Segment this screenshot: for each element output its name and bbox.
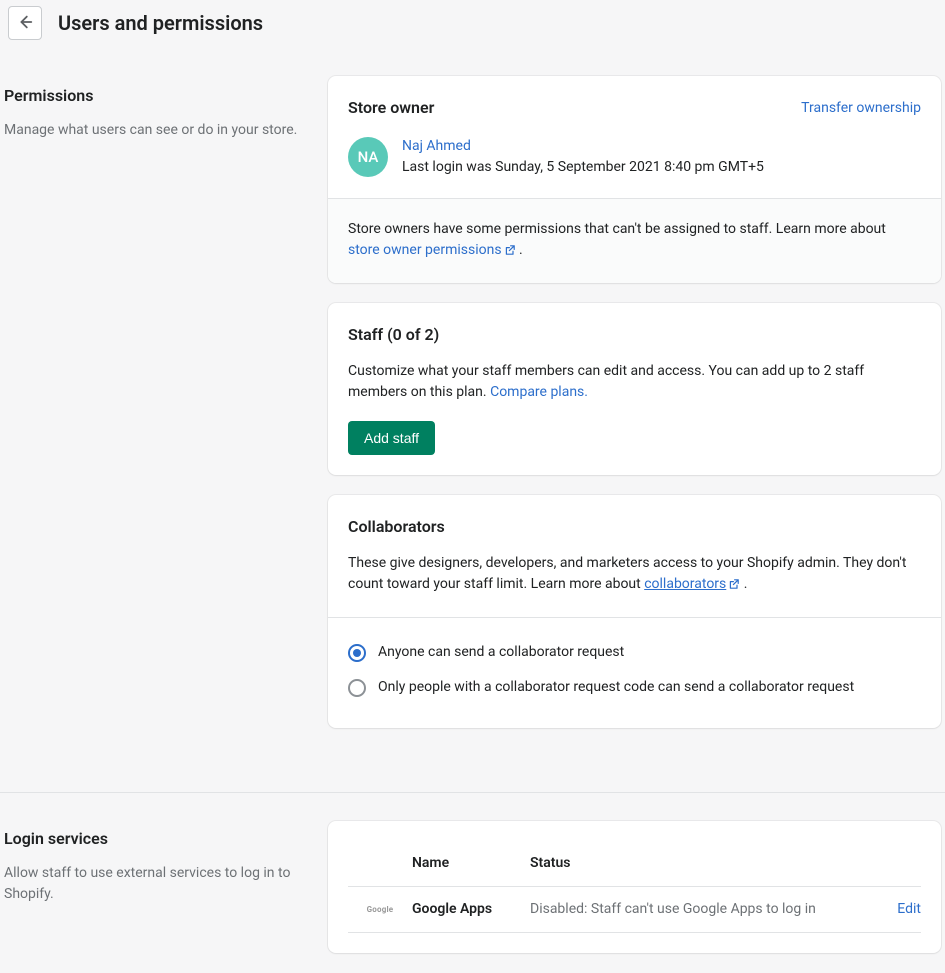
store-owner-card: Store owner Transfer ownership NA Naj Ah… <box>328 76 941 283</box>
login-services-table: Name Status Google Google Apps Disabled:… <box>348 841 921 933</box>
collab-radio-code-only[interactable]: Only people with a collaborator request … <box>348 673 921 708</box>
back-button[interactable] <box>8 6 42 40</box>
store-owner-permissions-link[interactable]: store owner permissions <box>348 242 516 258</box>
login-services-heading: Login services <box>4 827 304 851</box>
external-link-icon <box>728 576 740 597</box>
staff-description: Customize what your staff members can ed… <box>348 361 921 403</box>
col-name-header: Name <box>412 853 530 874</box>
compare-plans-link[interactable]: Compare plans. <box>490 384 588 400</box>
service-name: Google Apps <box>412 899 530 920</box>
permissions-description: Manage what users can see or do in your … <box>4 120 304 141</box>
permissions-heading: Permissions <box>4 84 304 108</box>
col-status-header: Status <box>530 853 865 874</box>
collaborators-card: Collaborators These give designers, deve… <box>328 495 941 728</box>
store-owner-footer: Store owners have some permissions that … <box>328 198 941 283</box>
radio-label: Only people with a collaborator request … <box>378 677 854 698</box>
staff-card: Staff (0 of 2) Customize what your staff… <box>328 303 941 475</box>
radio-label: Anyone can send a collaborator request <box>378 642 624 663</box>
radio-icon <box>348 644 366 662</box>
store-owner-footer-text: Store owners have some permissions that … <box>348 221 886 237</box>
external-link-icon <box>504 242 516 263</box>
collaborators-description: These give designers, developers, and ma… <box>348 553 921 597</box>
transfer-ownership-link[interactable]: Transfer ownership <box>801 98 921 119</box>
collaborators-title: Collaborators <box>348 515 921 539</box>
edit-service-link[interactable]: Edit <box>897 901 921 917</box>
staff-title: Staff (0 of 2) <box>348 323 921 347</box>
avatar: NA <box>348 137 388 177</box>
add-staff-button[interactable]: Add staff <box>348 421 435 455</box>
table-row: Google Google Apps Disabled: Staff can't… <box>348 887 921 933</box>
table-header: Name Status <box>348 841 921 887</box>
page-title: Users and permissions <box>54 8 263 38</box>
google-logo-icon: Google <box>348 904 412 916</box>
collab-radio-anyone[interactable]: Anyone can send a collaborator request <box>348 638 921 673</box>
arrow-left-icon <box>16 13 34 34</box>
radio-icon <box>348 679 366 697</box>
login-services-card: Name Status Google Google Apps Disabled:… <box>328 821 941 953</box>
store-owner-title: Store owner <box>348 96 434 120</box>
owner-name-link[interactable]: Naj Ahmed <box>402 136 764 157</box>
service-status: Disabled: Staff can't use Google Apps to… <box>530 899 865 920</box>
login-services-description: Allow staff to use external services to … <box>4 863 304 905</box>
owner-last-login: Last login was Sunday, 5 September 2021 … <box>402 157 764 178</box>
collaborators-link[interactable]: collaborators <box>644 576 740 592</box>
